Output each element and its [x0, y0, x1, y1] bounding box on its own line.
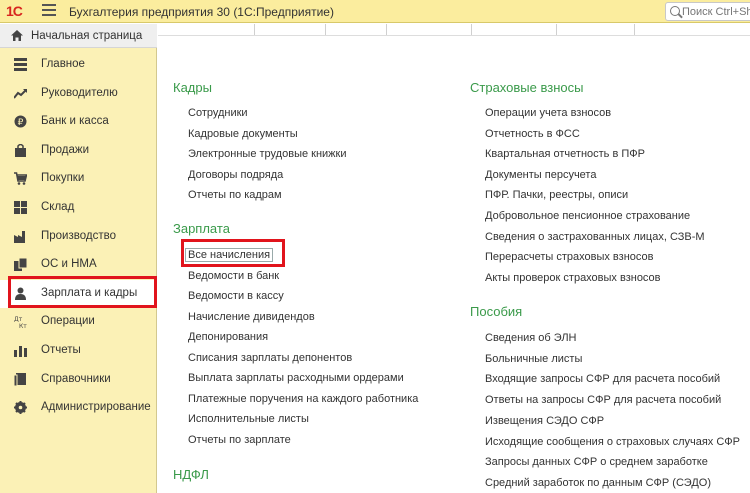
assets-icon — [14, 257, 28, 272]
nav-link[interactable]: Депонирования — [188, 331, 268, 343]
nav-link[interactable]: Сведения о застрахованных лицах, СЗВ-М — [485, 231, 705, 243]
coin-icon: ₽ — [14, 115, 27, 128]
sidebar-item-4[interactable]: Продажи — [0, 137, 156, 165]
search-input[interactable] — [682, 3, 750, 20]
menu-icon[interactable] — [42, 4, 56, 17]
app-logo[interactable]: 1С — [6, 3, 23, 19]
nav-link[interactable]: Входящие запросы СФР для расчета пособий — [485, 373, 720, 385]
operations-icon: Дт Кт — [14, 315, 27, 330]
group-title-kadry: Кадры — [173, 80, 212, 95]
sidebar-item-11[interactable]: Отчеты — [0, 337, 156, 365]
svg-text:₽: ₽ — [18, 118, 24, 128]
sidebar-item-2[interactable]: Руководителю — [0, 80, 156, 108]
sidebar-item-label: Руководителю — [41, 86, 118, 99]
sidebar-item-label: Банк и касса — [41, 115, 109, 128]
nav-link[interactable]: Акты проверок страховых взносов — [485, 272, 661, 284]
sidebar-item-8[interactable]: ОС и НМА — [0, 251, 156, 279]
trend-icon — [13, 87, 27, 100]
cart-icon — [14, 172, 28, 186]
title-bar: 1С Бухгалтерия предприятия 30 (1С:Предпр… — [0, 0, 750, 23]
nav-link[interactable]: Больничные листы — [485, 353, 582, 365]
tab-strip — [158, 24, 750, 36]
factory-icon — [14, 230, 27, 243]
sidebar-item-label: Главное — [41, 58, 85, 70]
sidebar-item-7[interactable]: Производство — [0, 223, 156, 251]
nav-link[interactable]: Платежные поручения на каждого работника — [188, 393, 418, 405]
bag-icon — [14, 143, 27, 157]
sidebar-item-label: Администрирование — [41, 401, 151, 414]
sidebar-item-5[interactable]: Покупки — [0, 165, 156, 193]
home-page-label: Начальная страница — [31, 30, 143, 42]
nav-link[interactable]: Сотрудники — [188, 107, 248, 119]
nav-link[interactable]: Начисление дивидендов — [188, 311, 315, 323]
nav-link[interactable]: Отчетность в ФСС — [485, 128, 580, 140]
nav-link[interactable]: Документы персучета — [485, 169, 596, 181]
nav-link[interactable]: Исполнительные листы — [188, 413, 309, 425]
sidebar-item-10[interactable]: Дт Кт Операции — [0, 308, 156, 336]
book-icon — [13, 372, 27, 387]
svg-text:Дт: Дт — [14, 316, 23, 323]
sidebar-item-3[interactable]: ₽ Банк и касса — [0, 108, 156, 136]
list-icon — [14, 58, 27, 71]
nav-link[interactable]: Кадровые документы — [188, 128, 298, 140]
sidebar-item-label: Справочники — [41, 372, 111, 385]
nav-link[interactable]: Списания зарплаты депонентов — [188, 352, 352, 364]
sidebar-item-6[interactable]: Склад — [0, 194, 156, 222]
reports-icon — [14, 344, 27, 357]
sidebar-item-label: Отчеты — [41, 344, 81, 356]
search-box[interactable] — [665, 2, 750, 21]
nav-link[interactable]: Отчеты по кадрам — [188, 189, 282, 201]
nav-link[interactable]: Ведомости в банк — [188, 270, 279, 282]
group-title-zarplata: Зарплата — [173, 221, 230, 236]
nav-link[interactable]: Перерасчеты страховых взносов — [485, 251, 653, 263]
sections-panel: Начальная страница Главное Руководителю ₽ Б… — [0, 24, 157, 493]
group-title-ndfl: НДФЛ — [173, 467, 209, 482]
sidebar-item-1[interactable]: Главное — [0, 51, 156, 79]
sidebar-item-label: Производство — [41, 229, 116, 242]
nav-link[interactable]: Запросы данных СФР о среднем заработке — [485, 456, 708, 468]
nav-link[interactable]: Сведения об ЭЛН — [485, 332, 577, 344]
sidebar-item-label: Покупки — [41, 172, 85, 185]
search-icon — [670, 6, 680, 16]
gear-icon — [14, 401, 27, 415]
group-title-posobiya: Пособия — [470, 304, 523, 319]
nav-link[interactable]: Ответы на запросы СФР для расчета пособи… — [485, 394, 721, 406]
group-title-vznosy: Страховые взносы — [470, 80, 584, 95]
app-title: Бухгалтерия предприятия 30 (1С:Предприят… — [69, 5, 334, 19]
nav-link[interactable]: Квартальная отчетность в ПФР — [485, 148, 645, 160]
highlight-frame-all-accruals — [181, 239, 285, 267]
nav-link[interactable]: Операции учета взносов — [485, 107, 611, 119]
sidebar-item-label: Склад — [41, 201, 75, 213]
warehouse-icon — [14, 201, 27, 214]
nav-link[interactable]: Средний заработок по данным СФР (СЭДО) — [485, 477, 711, 489]
nav-link[interactable]: Выплата зарплаты расходными ордерами — [188, 372, 404, 384]
nav-link[interactable]: Добровольное пенсионное страхование — [485, 210, 690, 222]
home-icon — [11, 30, 23, 41]
nav-link[interactable]: Отчеты по зарплате — [188, 434, 291, 446]
home-page-tab[interactable]: Начальная страница — [0, 24, 157, 48]
sidebar-item-13[interactable]: Администрирование — [0, 394, 156, 422]
sidebar-item-label: Операции — [41, 315, 95, 328]
nav-link[interactable]: Ведомости в кассу — [188, 290, 284, 302]
svg-text:Кт: Кт — [19, 323, 27, 328]
nav-link[interactable]: ПФР. Пачки, реестры, описи — [485, 189, 628, 201]
nav-link[interactable]: Электронные трудовые книжки — [188, 148, 347, 160]
highlight-frame-sidebar — [8, 276, 157, 308]
sidebar-item-label: ОС и НМА — [41, 258, 97, 271]
sidebar-item-12[interactable]: Справочники — [0, 366, 156, 394]
nav-link[interactable]: Исходящие сообщения о страховых случаях … — [485, 436, 740, 448]
nav-link[interactable]: Договоры подряда — [188, 169, 283, 181]
sidebar-item-label: Продажи — [41, 143, 90, 156]
nav-link[interactable]: Извещения СЭДО СФР — [485, 415, 604, 427]
